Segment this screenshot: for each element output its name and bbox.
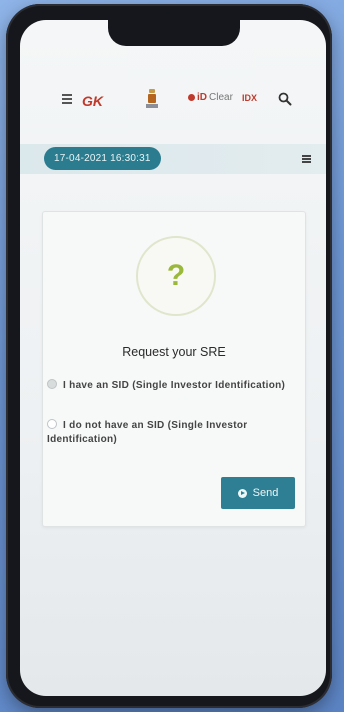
option-have-sid[interactable]: I have an SID (Single Investor Identific… (47, 379, 297, 393)
gk-logo[interactable]: GK (82, 92, 103, 110)
datetime-badge: 17-04-2021 16:30:31 (44, 147, 161, 170)
emblem-icon (144, 88, 160, 110)
phone-screen: GK iD Clear IDX 17-04-2021 16:30:31 ? Re… (20, 20, 326, 696)
idclear-logo[interactable]: iD Clear (188, 92, 233, 103)
option-have-sid-label: I have an SID (Single Investor Identific… (63, 380, 286, 391)
phone-frame: GK iD Clear IDX 17-04-2021 16:30:31 ? Re… (6, 4, 332, 708)
option-no-sid[interactable]: I do not have an SID (Single Investor Id… (47, 419, 297, 447)
idclear-logo-prefix: iD (197, 92, 207, 103)
radio-have-sid[interactable] (47, 379, 57, 389)
gk-logo-mark: GK (82, 93, 103, 109)
top-navbar: GK iD Clear IDX (20, 86, 326, 116)
date-bar: 17-04-2021 16:30:31 (20, 144, 326, 174)
idclear-logo-dot-icon (188, 94, 195, 101)
menu-icon[interactable] (62, 94, 72, 104)
idclear-logo-suffix: Clear (209, 92, 233, 103)
search-icon[interactable] (278, 92, 292, 106)
option-no-sid-label: I do not have an SID (Single Investor Id… (47, 420, 248, 445)
send-button[interactable]: Send (221, 477, 295, 509)
sre-request-card: ? Request your SRE I have an SID (Single… (42, 211, 306, 527)
send-icon (237, 488, 247, 498)
secondary-menu-icon[interactable] (302, 155, 311, 163)
phone-notch (108, 20, 240, 46)
card-title: Request your SRE (122, 345, 226, 359)
idx-logo[interactable]: IDX (242, 93, 257, 103)
question-icon: ? (136, 236, 216, 316)
question-mark-glyph: ? (166, 259, 186, 292)
send-button-label: Send (252, 487, 279, 499)
radio-no-sid[interactable] (47, 419, 57, 429)
